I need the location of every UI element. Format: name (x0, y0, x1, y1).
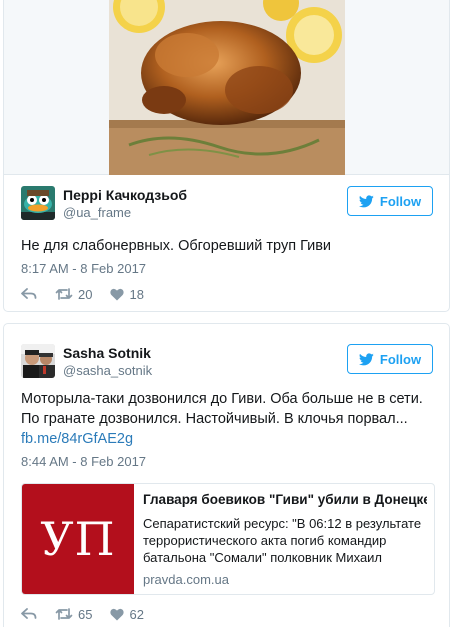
retweet-icon (55, 608, 73, 620)
like-button[interactable]: 18 (110, 286, 144, 302)
up-logo: УП (40, 512, 116, 566)
like-button[interactable]: 62 (110, 606, 144, 622)
tweet-header: Sasha Sotnik @sasha_sotnik Follow (21, 344, 433, 380)
tweet-text: Моторыла-таки дозвонился до Гиви. Оба бо… (21, 389, 436, 449)
link-card-thumbnail[interactable]: УП (22, 484, 134, 594)
retweet-button[interactable]: 20 (55, 287, 92, 302)
tweet-text-body: Моторыла-таки дозвонился до Гиви. Оба бо… (21, 391, 423, 427)
author-handle[interactable]: @ua_frame (63, 205, 131, 220)
tweet-media[interactable] (4, 0, 449, 175)
author-handle[interactable]: @sasha_sotnik (63, 363, 152, 378)
tweet-actions: 20 18 (21, 285, 162, 303)
retweet-button[interactable]: 65 (55, 607, 92, 622)
reply-icon (21, 288, 37, 299)
like-count: 18 (129, 286, 144, 302)
link-card-domain: pravda.com.ua (143, 572, 229, 587)
like-count: 62 (129, 606, 144, 622)
reply-button[interactable] (21, 287, 37, 301)
follow-button[interactable]: Follow (347, 186, 433, 216)
tweet-card: Sasha Sotnik @sasha_sotnik Follow Моторы… (3, 323, 450, 627)
follow-label: Follow (379, 193, 422, 209)
author-name[interactable]: Перрі Качкодзьоб (63, 187, 187, 203)
reply-icon (21, 608, 37, 619)
link-card-body[interactable]: Главаря боевиков "Гиви" убили в Донецке … (143, 492, 427, 587)
link-card-title: Главаря боевиков "Гиви" убили в Донецке (143, 492, 427, 507)
retweet-icon (55, 288, 73, 300)
follow-button[interactable]: Follow (347, 344, 433, 374)
tweet-header: Перрі Качкодзьоб @ua_frame Follow (21, 186, 433, 222)
roast-chicken-photo[interactable] (109, 0, 345, 175)
avatar[interactable] (21, 344, 55, 378)
reply-button[interactable] (21, 607, 37, 621)
link-preview-card[interactable]: УП Главаря боевиков "Гиви" убили в Донец… (21, 483, 435, 595)
twitter-bird-icon (358, 194, 374, 207)
tweet-actions: 65 62 (21, 605, 162, 623)
author-name[interactable]: Sasha Sotnik (63, 345, 151, 361)
tweet-timestamp[interactable]: 8:44 AM - 8 Feb 2017 (21, 454, 146, 469)
link-card-description: Сепаратистский ресурс: "В 06:12 в резуль… (143, 516, 422, 565)
retweet-count: 20 (78, 286, 93, 302)
twitter-bird-icon (358, 352, 374, 365)
tweet-card: Перрі Качкодзьоб @ua_frame Follow Не для… (3, 0, 450, 312)
avatar[interactable] (21, 186, 55, 220)
like-icon (110, 608, 125, 620)
tweet-link[interactable]: fb.me/84rGfAE2g (21, 431, 133, 447)
follow-label: Follow (379, 351, 422, 367)
tweet-text: Не для слабонервных. Обгоревший труп Гив… (21, 238, 332, 254)
retweet-count: 65 (78, 606, 93, 622)
like-icon (110, 288, 125, 300)
tweet-timestamp[interactable]: 8:17 AM - 8 Feb 2017 (21, 261, 146, 276)
